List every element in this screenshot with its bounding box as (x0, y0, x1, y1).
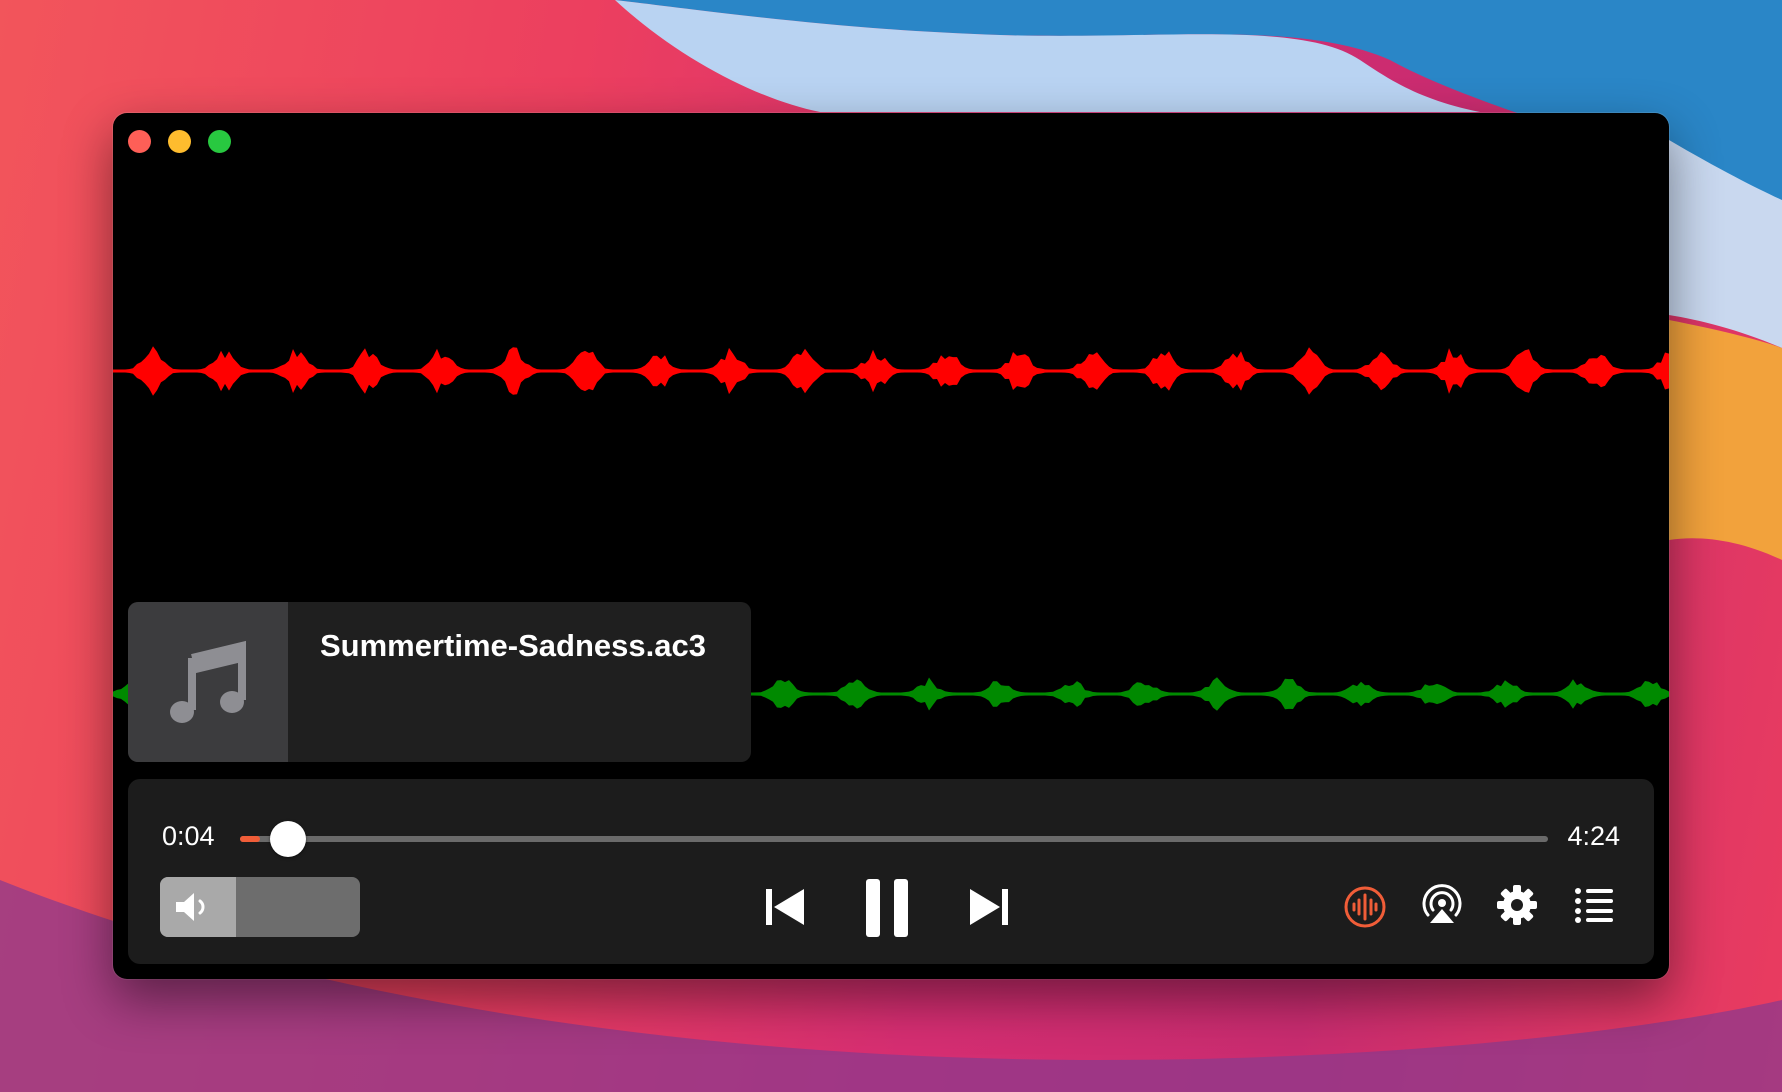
elapsed-time: 0:04 (162, 821, 215, 851)
skip-forward-button[interactable] (968, 887, 1010, 927)
audio-waveform-icon (1344, 886, 1386, 928)
seek-bar-progress (240, 836, 260, 842)
seek-bar[interactable] (240, 836, 1548, 842)
airplay-button[interactable] (1420, 883, 1464, 927)
waveform-shape (113, 346, 1669, 396)
player-window: Summertime-Sadness.ac3 0:04 4:24 (113, 113, 1669, 979)
skip-back-button[interactable] (764, 887, 806, 927)
now-playing-card: Summertime-Sadness.ac3 (128, 602, 751, 762)
airplay-icon (1422, 884, 1462, 923)
pause-icon (866, 879, 908, 937)
play-pause-button[interactable] (864, 877, 910, 939)
playback-controls-panel: 0:04 4:24 (128, 779, 1654, 964)
window-zoom-button[interactable] (208, 130, 231, 153)
desktop-background: Summertime-Sadness.ac3 0:04 4:24 (0, 0, 1782, 1092)
speaker-icon[interactable] (174, 891, 214, 923)
seek-bar-knob[interactable] (269, 821, 306, 857)
volume-slider[interactable] (160, 877, 360, 937)
album-artwork (128, 602, 288, 762)
upper-channel-waveform (113, 346, 1669, 396)
window-minimize-button[interactable] (168, 130, 191, 153)
visualizer-toggle-button[interactable] (1343, 885, 1387, 929)
track-title: Summertime-Sadness.ac3 (320, 628, 706, 663)
gear-icon (1497, 885, 1537, 925)
skip-back-icon (766, 889, 804, 925)
window-close-button[interactable] (128, 130, 151, 153)
playlist-icon (1575, 888, 1613, 923)
settings-button[interactable] (1496, 884, 1538, 926)
skip-forward-icon (970, 889, 1008, 925)
playlist-button[interactable] (1574, 887, 1614, 923)
music-note-icon (170, 640, 246, 723)
total-duration: 4:24 (1567, 821, 1620, 851)
